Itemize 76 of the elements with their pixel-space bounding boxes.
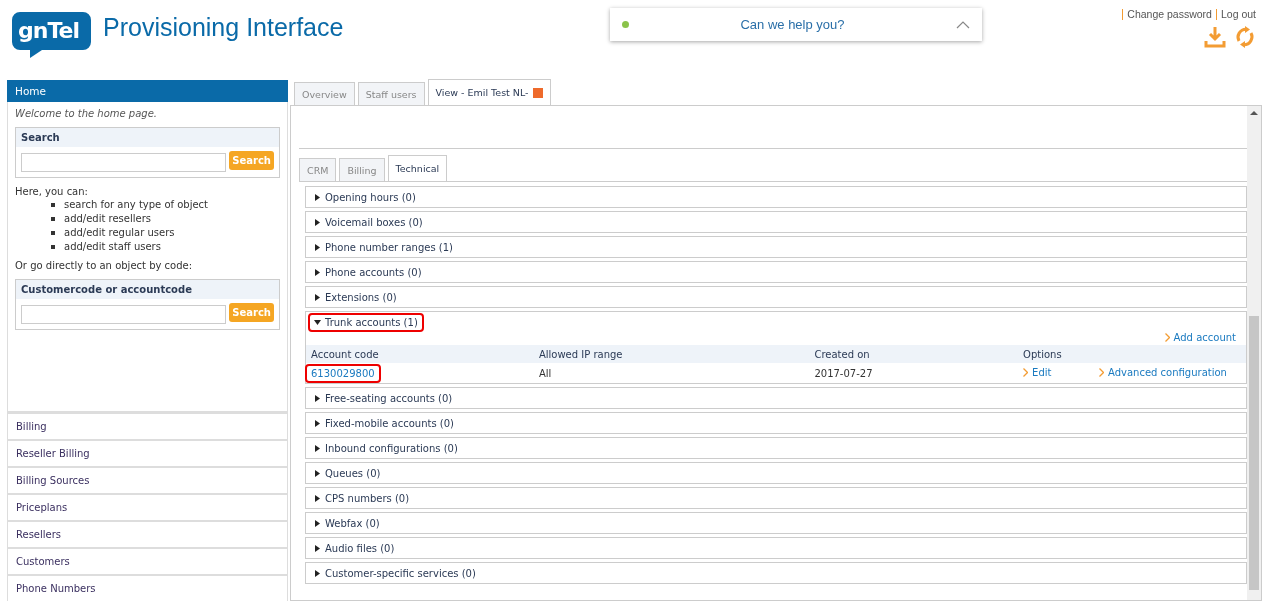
section-header[interactable]: Audio files (0) (308, 538, 401, 558)
list-item: add/edit staff users (64, 241, 161, 252)
tab[interactable]: View - Emil Test NL- (427, 79, 551, 105)
caret-right-icon (314, 444, 321, 452)
add-account-link[interactable]: Add account (1164, 332, 1236, 343)
bullet-icon (51, 216, 55, 221)
column-header: Allowed IP range (533, 345, 810, 363)
sidebar-item[interactable]: Billing Sources (7, 466, 288, 493)
caret-right-icon (314, 394, 321, 402)
section-header[interactable]: Voicemail boxes (0) (308, 212, 429, 232)
chevron-right-icon (1164, 333, 1170, 342)
bullet-icon (51, 230, 55, 235)
chevron-right-icon (1023, 368, 1029, 377)
caret-right-icon (314, 519, 321, 527)
sidebar-item[interactable]: Phone Numbers (7, 574, 288, 601)
list-item: add/edit resellers (64, 213, 151, 224)
bullet-icon (51, 202, 55, 207)
caret-right-icon (314, 419, 321, 427)
sidebar-item[interactable]: Priceplans (7, 493, 288, 520)
change-password-link[interactable]: Change password (1127, 8, 1212, 20)
help-label: Can we help you? (739, 17, 846, 32)
sidebar-item[interactable]: Billing (7, 412, 288, 439)
sidebar-item[interactable]: Reseller Billing (7, 439, 288, 466)
section-header[interactable]: Phone number ranges (1) (308, 237, 459, 257)
caret-right-icon (314, 193, 321, 201)
caret-right-icon (314, 544, 321, 552)
bullet-icon (51, 244, 55, 249)
caret-right-icon (314, 243, 321, 251)
section-header[interactable]: Trunk accounts (1) (308, 312, 424, 332)
logo-text: gnTel (18, 18, 79, 43)
column-header: Created on (809, 345, 1019, 363)
section-header[interactable]: CPS numbers (0) (308, 488, 416, 508)
section-header[interactable]: Free-seating accounts (0) (308, 388, 459, 408)
app-title: Provisioning Interface (103, 13, 344, 42)
welcome-text: Welcome to the home page. (15, 108, 158, 119)
sidebar-header[interactable]: Home (7, 80, 288, 102)
column-header: Account code (306, 345, 534, 363)
account-code-link[interactable]: 6130029800 (305, 363, 381, 383)
caret-right-icon (314, 494, 321, 502)
sidebar-item[interactable]: Customers (7, 547, 288, 574)
list-item: search for any type of object (64, 199, 209, 210)
logout-link[interactable]: Log out (1220, 8, 1256, 20)
section-header[interactable]: Customer-specific services (0) (308, 563, 482, 583)
code-field[interactable] (21, 305, 227, 324)
caret-right-icon (314, 469, 321, 477)
section-header[interactable]: Opening hours (0) (308, 187, 422, 207)
edit-link[interactable]: Edit (1023, 367, 1052, 378)
section-header[interactable]: Webfax (0) (308, 513, 386, 533)
sidebar-item[interactable]: Resellers (7, 520, 288, 547)
tab[interactable]: Technical (387, 155, 448, 181)
caret-right-icon (314, 218, 321, 226)
search-field[interactable] (21, 153, 227, 172)
caret-down-icon (314, 318, 321, 326)
logo-bubble-icon (12, 12, 91, 58)
box-title: Customercode or accountcode (16, 280, 279, 299)
table-cell: All (533, 363, 810, 383)
column-header: Options (1018, 345, 1095, 363)
caret-right-icon (314, 293, 321, 301)
section-header[interactable]: Queues (0) (308, 463, 387, 483)
box-title: Search (16, 128, 279, 147)
table-cell: 2017-07-27 (809, 363, 1019, 383)
caret-right-icon (314, 268, 321, 276)
section-header[interactable]: Phone accounts (0) (308, 262, 428, 282)
section-header[interactable]: Extensions (0) (308, 287, 403, 307)
section-header[interactable]: Fixed-mobile accounts (0) (308, 413, 460, 433)
section-header[interactable]: Inbound configurations (0) (308, 438, 464, 458)
direct-text: Or go directly to an object by code: (15, 260, 194, 271)
chevron-up-icon[interactable] (956, 20, 970, 29)
chevron-right-icon (1099, 368, 1105, 377)
download-icon[interactable] (1204, 26, 1226, 48)
refresh-icon[interactable] (1234, 26, 1256, 48)
intro-text: Here, you can: (15, 186, 88, 197)
list-item: add/edit regular users (64, 227, 175, 238)
caret-right-icon (314, 569, 321, 577)
advanced-configuration-link[interactable]: Advanced configuration (1099, 367, 1227, 378)
help-widget[interactable]: Can we help you? (610, 8, 982, 41)
